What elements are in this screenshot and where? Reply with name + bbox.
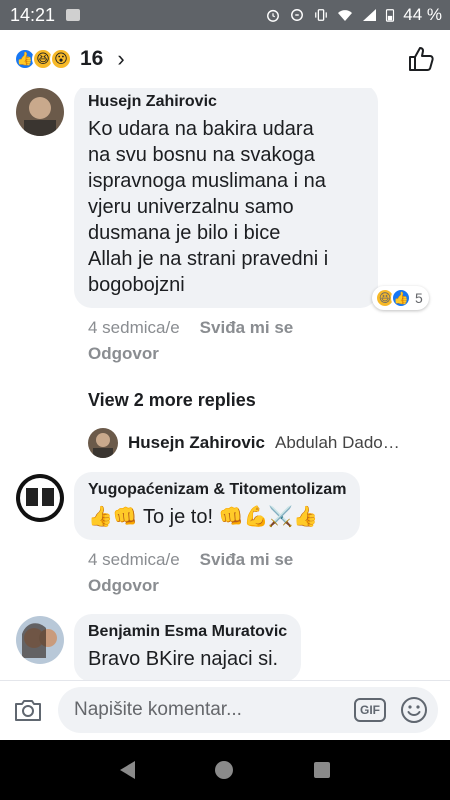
comment-time[interactable]: 4 sedmica/e [88,550,180,570]
comment-item: Benjamin Esma Muratovic Bravo BKire naja… [16,614,302,680]
comment-reply-link[interactable]: Odgovor [88,344,378,364]
view-more-replies[interactable]: View 2 more replies [88,390,256,411]
comment-text: 👍👊 To je to! 👊💪⚔️👍 [88,506,319,528]
battery-icon [386,9,395,22]
avatar[interactable] [16,616,64,664]
status-bar: 14:21 44 % [0,0,450,30]
comment-author[interactable]: Benjamin Esma Muratovic [88,622,287,642]
comment-item: Yugopaćenizam & Titomentolizam 👍👊 To je … [16,472,361,596]
signal-icon [363,9,377,21]
comment-bubble[interactable]: Husejn Zahirovic Ko udara na bakira udar… [74,88,378,308]
camera-icon[interactable] [12,694,44,726]
comment-like-link[interactable]: Sviđa mi se [200,318,294,338]
notification-icon [66,9,81,21]
comment-composer: GIF [0,680,450,738]
wifi-icon [338,10,353,21]
comment-reactions[interactable]: 😆 👍 5 [372,286,429,310]
alarm-icon [267,9,280,22]
home-icon[interactable] [215,761,234,779]
comment-reply-link[interactable]: Odgovor [88,576,360,596]
avatar [88,428,118,458]
nested-reply-author: Husejn Zahirovic [128,433,265,452]
comment-time[interactable]: 4 sedmica/e [88,318,180,338]
comment-input-container[interactable]: GIF [58,686,438,733]
comment-item: Husejn Zahirovic Ko udara na bakira udar… [16,88,429,364]
android-nav-bar [0,740,450,800]
emoji-icon[interactable] [400,696,428,724]
comment-meta: 4 sedmica/e Sviđa mi se [88,318,378,338]
status-time: 14:21 [10,4,56,25]
avatar[interactable] [16,474,64,522]
comment-author[interactable]: Husejn Zahirovic [88,92,364,112]
status-left-icons [65,8,81,22]
back-icon[interactable] [120,761,136,779]
gif-button[interactable]: GIF [354,697,386,722]
chevron-right-icon[interactable]: › [117,46,124,72]
comments-list: Husejn Zahirovic Ko udara na bakira udar… [0,88,450,680]
like-button[interactable] [406,44,436,74]
like-icon: 👍 [391,288,411,308]
vibrate-icon [315,9,328,21]
comment-author[interactable]: Yugopaćenizam & Titomentolizam [88,480,346,500]
wow-icon: 😮 [50,48,72,70]
reactions-summary[interactable]: 👍 😆 😮 [14,48,72,70]
comment-bubble[interactable]: Benjamin Esma Muratovic Bravo BKire naja… [74,614,302,680]
comment-reaction-count: 5 [415,290,423,306]
nested-reply-text: Abdulah Dado… [274,433,400,452]
comment-meta: 4 sedmica/e Sviđa mi se [88,550,360,570]
comment-like-link[interactable]: Sviđa mi se [200,550,294,570]
sync-icon [291,9,304,21]
avatar[interactable] [16,88,64,136]
recents-icon[interactable] [313,762,330,778]
battery-percent: 44 % [403,5,442,24]
comment-input[interactable] [74,698,354,721]
status-right: 44 % [265,5,442,25]
reaction-count[interactable]: 16 [80,47,103,71]
comment-text: Ko udara na bakira udara na svu bosnu na… [88,118,329,296]
reactions-header: 👍 😆 😮 16 › [0,30,450,88]
comment-bubble[interactable]: Yugopaćenizam & Titomentolizam 👍👊 To je … [74,472,361,540]
comment-text: Bravo BKire najaci si. [88,648,279,670]
nested-reply[interactable]: Husejn Zahirovic Abdulah Dado… [88,428,400,458]
